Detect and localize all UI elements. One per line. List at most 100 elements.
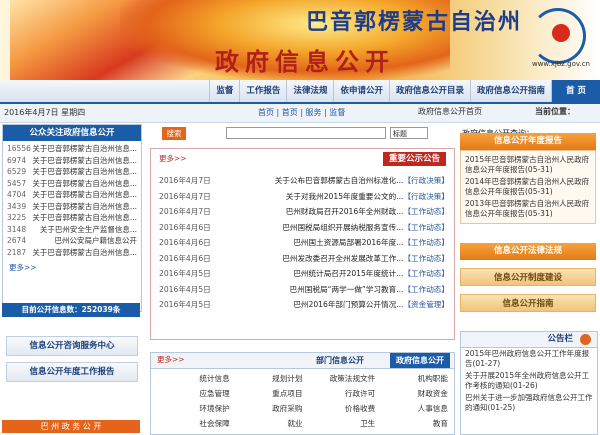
laws-title[interactable]: 信息公开法律法规 — [460, 243, 596, 260]
popular-info-item[interactable]: 2674 巴州公安局户籍信息公开 — [7, 235, 137, 247]
gov-category-link[interactable]: 人事信息 — [375, 403, 448, 414]
notice-link[interactable]: 巴州统计局召开2015年度统计...【工作动态】 — [293, 266, 449, 282]
notice-date: 2016年4月5日 — [159, 300, 211, 309]
crumb-links[interactable]: 首页 | 首页 | 服务 | 监督 — [258, 107, 345, 118]
gov-category-link[interactable]: 教育 — [375, 418, 448, 429]
notice-date: 2016年4月5日 — [159, 269, 211, 278]
notice-item[interactable]: 2016年4月5日 巴州国税局“两学一做”学习教育...【工作动态】 — [159, 282, 449, 298]
popular-info-item[interactable]: 3439 关于巴音郭楞蒙古自治州信息... — [7, 201, 137, 213]
gov-category-link[interactable]: 财政资金 — [375, 388, 448, 399]
nav-home[interactable]: 首 页 — [551, 80, 600, 102]
notice-tag: 【工作动态】 — [403, 284, 449, 294]
annual-report-title: 信息公开年度报告 — [460, 133, 596, 150]
nav-guide[interactable]: 政府信息公开指南 — [469, 80, 551, 102]
search-field-select[interactable]: 标题 — [390, 127, 428, 139]
notice-date: 2016年4月7日 — [159, 176, 211, 185]
popular-info-item[interactable]: 6529 关于巴音郭楞蒙古自治州信息... — [7, 166, 137, 178]
notice-link[interactable]: 巴州国土资源局部署2016年度...【工作动态】 — [293, 235, 449, 251]
site-title: 巴音郭楞蒙古自治州 — [305, 9, 522, 35]
gov-category-link[interactable]: 规划计划 — [230, 373, 302, 384]
popular-info-link[interactable]: 关于巴音郭楞蒙古自治州信息... — [32, 189, 137, 201]
nav-supervise[interactable]: 监督 — [209, 80, 239, 102]
notice-item[interactable]: 2016年4月7日 关于公布巴音郭楞蒙古自治州标准化...【行政决策】 — [159, 173, 449, 189]
notice-link[interactable]: 关于公布巴音郭楞蒙古自治州标准化...【行政决策】 — [275, 173, 449, 189]
popular-info-item[interactable]: 5457 关于巴音郭楞蒙古自治州信息... — [7, 178, 137, 190]
gov-category-link[interactable]: 机构职能 — [375, 373, 448, 384]
notice-link[interactable]: 巴州财政局召开2016年全州财政...【工作动态】 — [286, 204, 449, 220]
notice-item[interactable]: 2016年4月5日 巴州统计局召开2015年度统计...【工作动态】 — [159, 266, 449, 282]
view-count: 6529 — [7, 167, 27, 176]
popular-info-link[interactable]: 关于巴音郭楞蒙古自治州信息... — [32, 201, 137, 213]
notice-item[interactable]: 2016年4月5日 巴州2016年部门预算公开情况...【资金管理】 — [159, 297, 449, 313]
gov-category-link[interactable]: 价格收费 — [303, 403, 375, 414]
gov-category-link[interactable]: 政策法规文件 — [303, 373, 376, 384]
system-building-button[interactable]: 信息公开制度建设 — [460, 268, 596, 286]
notice-tag: 【资金管理】 — [403, 300, 449, 309]
consult-center-button[interactable]: 信息公开咨询服务中心 — [6, 336, 138, 356]
crumb-home-link[interactable]: 政府信息公开首页 — [418, 106, 482, 117]
notice-date: 2016年4月5日 — [159, 284, 211, 294]
notice-item[interactable]: 2016年4月6日 巴州国土资源局部署2016年度...【工作动态】 — [159, 235, 449, 251]
gov-category-link[interactable]: 环境保护 — [157, 403, 229, 414]
gov-info-panel: 政府信息公开 部门信息公开 更多>> 机构职能 政策法规文件 规划计划 统计信息财政资… — [150, 352, 455, 435]
popular-info-link[interactable]: 关于巴音郭楞蒙古自治州信息... — [32, 247, 137, 259]
popular-info-item[interactable]: 6974 关于巴音郭楞蒙古自治州信息... — [7, 155, 137, 167]
gov-category-link[interactable]: 政府采购 — [230, 403, 302, 414]
annual-report-link[interactable]: 2013年巴音郭楞蒙古自治州人民政府信息公开年度报告(05-31) — [465, 199, 591, 219]
notice-item[interactable]: 2016年4月7日 关于对我州2015年度重要公文的...【行政决策】 — [159, 189, 449, 205]
annual-report-button[interactable]: 信息公开年度工作报告 — [6, 362, 138, 382]
search-button[interactable]: 搜索 — [162, 127, 186, 140]
popular-info-list: 16556 关于巴音郭楞蒙古自治州信息... 6974 关于巴音郭楞蒙古自治州信息..… — [3, 141, 141, 260]
popular-info-link[interactable]: 巴州公安局户籍信息公开 — [55, 235, 138, 247]
popular-info-link[interactable]: 关于巴音郭楞蒙古自治州信息... — [32, 166, 137, 178]
popular-more-link[interactable]: 更多>> — [3, 260, 141, 275]
gov-affairs-banner[interactable]: 巴 州 政 务 公 开 — [2, 420, 140, 433]
gov-more-link[interactable]: 更多>> — [157, 354, 185, 365]
popular-info-link[interactable]: 关于巴音郭楞蒙古自治州信息... — [32, 155, 137, 167]
main-nav: 首 页 政府信息公开指南 政府信息公开目录 依申请公开 法律法规 工作报告 监督 — [0, 80, 600, 104]
bulletin-title: 公告栏 — [461, 332, 597, 348]
gov-category-link[interactable]: 应急管理 — [157, 388, 229, 399]
logo-dot-icon — [552, 24, 570, 42]
gov-category-link[interactable]: 统计信息 — [157, 373, 229, 384]
notice-item[interactable]: 2016年4月6日 巴州发改委召开全州发展改革工作...【工作动态】 — [159, 251, 449, 267]
notice-item[interactable]: 2016年4月7日 巴州财政局召开2016年全州财政...【工作动态】 — [159, 204, 449, 220]
nav-request[interactable]: 依申请公开 — [333, 80, 389, 102]
nav-laws[interactable]: 法律法规 — [286, 80, 333, 102]
notice-link[interactable]: 巴州国税局“两学一做”学习教育...【工作动态】 — [290, 282, 449, 298]
annual-report-link[interactable]: 2014年巴音郭楞蒙古自治州人民政府信息公开年度报告(05-31) — [465, 177, 591, 197]
popular-info-link[interactable]: 关于巴州安全生产监督信息... — [40, 224, 137, 236]
notice-date: 2016年4月7日 — [159, 191, 211, 201]
popular-info-link[interactable]: 关于巴音郭楞蒙古自治州信息... — [32, 212, 137, 224]
bulletin-link[interactable]: 2015年巴州政府信息公开工作年度报告(01-27) — [461, 348, 597, 370]
gov-category-link[interactable]: 卫生 — [303, 418, 375, 429]
popular-info-item[interactable]: 16556 关于巴音郭楞蒙古自治州信息... — [7, 143, 137, 155]
bulletin-link[interactable]: 关于开展2015年全州政府信息公开工作考核的通知(01-26) — [461, 370, 597, 392]
popular-info-link[interactable]: 关于巴音郭楞蒙古自治州信息... — [32, 143, 137, 155]
gov-category-link[interactable]: 社会保障 — [157, 418, 229, 429]
tab-gov-info[interactable]: 政府信息公开 — [390, 353, 450, 368]
notice-item[interactable]: 2016年4月6日 巴州国税局组织开展纳税服务宣传...【工作动态】 — [159, 220, 449, 236]
popular-info-item[interactable]: 2187 关于巴音郭楞蒙古自治州信息... — [7, 247, 137, 259]
bulletin-link[interactable]: 巴州关于进一步加强政府信息公开工作的通知(01-25) — [461, 392, 597, 414]
gov-category-link[interactable]: 就业 — [230, 418, 302, 429]
popular-info-item[interactable]: 4704 关于巴音郭楞蒙古自治州信息... — [7, 189, 137, 201]
notice-link[interactable]: 巴州国税局组织开展纳税服务宣传...【工作动态】 — [282, 220, 449, 236]
gov-category-link[interactable]: 重点项目 — [230, 388, 302, 399]
popular-info-item[interactable]: 3148 关于巴州安全生产监督信息... — [7, 224, 137, 236]
search-input[interactable] — [226, 127, 386, 139]
notice-link[interactable]: 巴州发改委召开全州发展改革工作...【工作动态】 — [282, 251, 449, 267]
nav-reports[interactable]: 工作报告 — [239, 80, 286, 102]
tab-dept-info[interactable]: 部门信息公开 — [310, 353, 370, 368]
nav-catalog[interactable]: 政府信息公开目录 — [388, 80, 470, 102]
annual-report-link[interactable]: 2015年巴音郭楞蒙古自治州人民政府信息公开年度报告(05-31) — [465, 155, 591, 175]
notice-link[interactable]: 关于对我州2015年度重要公文的...【行政决策】 — [286, 189, 449, 205]
notice-tag: 【工作动态】 — [403, 253, 449, 263]
notice-link[interactable]: 巴州2016年部门预算公开情况...【资金管理】 — [293, 297, 449, 313]
popular-info-link[interactable]: 关于巴音郭楞蒙古自治州信息... — [32, 178, 137, 190]
popular-info-item[interactable]: 3225 关于巴音郭楞蒙古自治州信息... — [7, 212, 137, 224]
notice-tag: 【工作动态】 — [403, 222, 449, 232]
notice-more-link[interactable]: 更多>> — [159, 153, 187, 164]
gov-category-link[interactable]: 行政许可 — [303, 388, 375, 399]
info-guide-button[interactable]: 信息公开指南 — [460, 294, 596, 312]
